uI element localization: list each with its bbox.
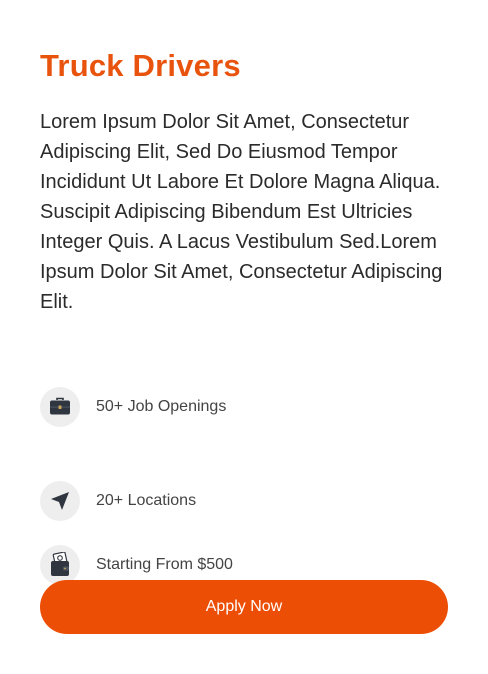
feature-label: 50+ Job Openings [96, 398, 227, 415]
wallet-icon [40, 545, 80, 585]
job-description: Lorem Ipsum Dolor Sit Amet, Consectetur … [40, 111, 443, 313]
feature-label: 20+ Locations [96, 492, 197, 509]
job-card: Truck Drivers Lorem Ipsum Dolor Sit Amet… [0, 0, 488, 674]
navigation-arrow-icon [40, 481, 80, 521]
feature-salary: Starting From $500 [40, 545, 233, 585]
apply-now-button[interactable]: Apply Now [40, 580, 448, 634]
briefcase-icon [40, 387, 80, 427]
feature-job-openings: 50+ Job Openings [40, 387, 226, 427]
job-title: Truck Drivers [40, 48, 241, 83]
feature-label: Starting From $500 [96, 556, 233, 573]
feature-locations: 20+ Locations [40, 481, 196, 521]
